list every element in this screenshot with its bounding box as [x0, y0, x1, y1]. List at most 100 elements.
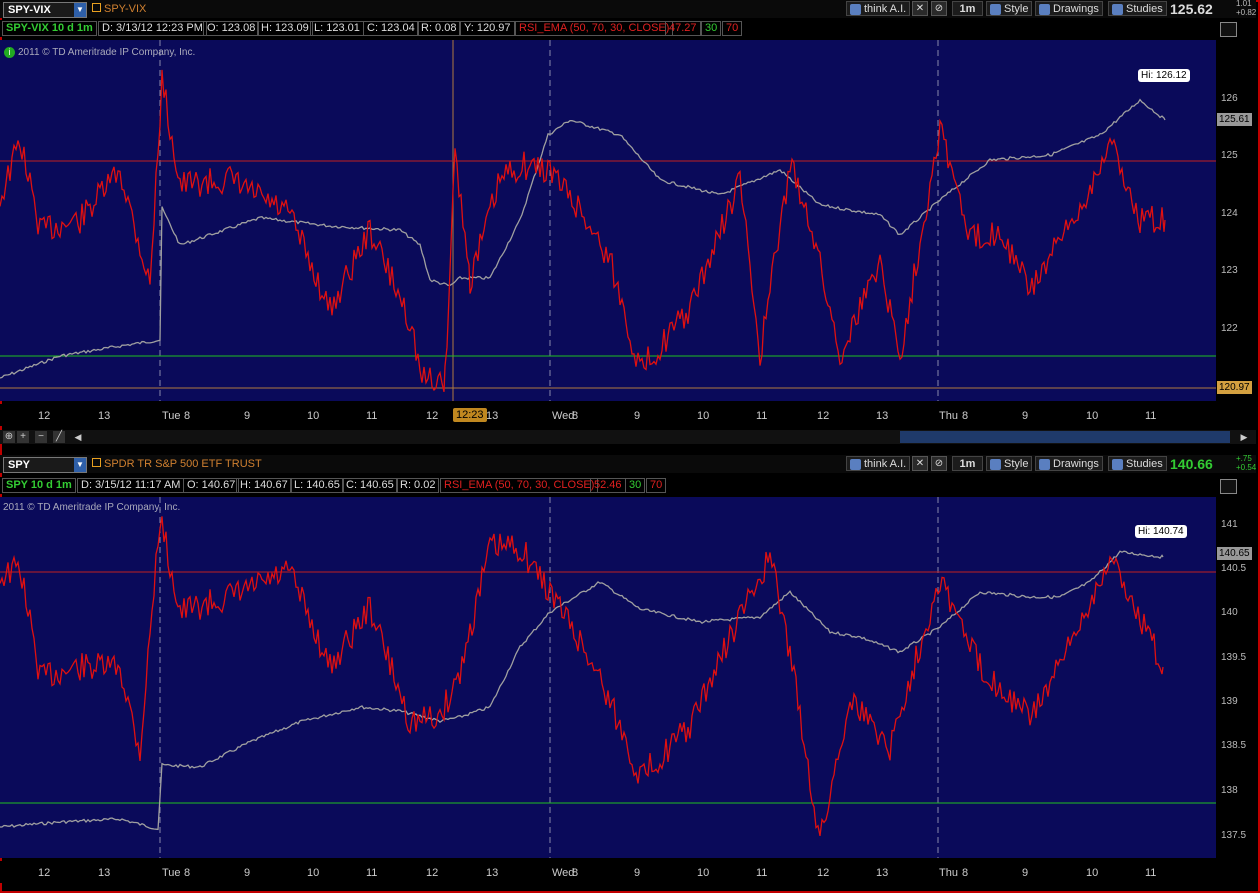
- zoom-in-icon[interactable]: +: [17, 431, 29, 443]
- x-tick: Tue: [162, 410, 181, 422]
- cursor-price-tag: 120.97: [1217, 381, 1252, 394]
- price-chart-svg: [0, 40, 1216, 401]
- copyright-text: i 2011 © TD Ameritrade IP Company, Inc.: [4, 47, 195, 58]
- info-icon[interactable]: i: [4, 47, 15, 58]
- y-tick: 141: [1221, 519, 1238, 530]
- crosshair-icon[interactable]: ⊕: [3, 431, 15, 443]
- pencil-icon: [1039, 3, 1050, 15]
- expand-pane-icon[interactable]: [1220, 479, 1237, 494]
- study-label[interactable]: RSI_EMA (50, 70, 30, CLOSE): [440, 478, 599, 493]
- time-axis[interactable]: 12 13 Tue 8 9 10 11 12 13 Wed 8 9 10 11 12 13 Thu 8 9 10 11: [0, 404, 1216, 426]
- x-tick: 8: [962, 410, 969, 422]
- last-price-tag: 140.65: [1217, 547, 1252, 560]
- zoom-out-icon[interactable]: −: [35, 431, 47, 443]
- x-tick: 11: [756, 410, 768, 422]
- scroll-left-icon[interactable]: ◀: [72, 431, 84, 443]
- quote-infobar: SPY 10 d 1m D: 3/15/12 11:17 AM O: 140.6…: [0, 477, 1216, 494]
- percent-change: +0.82: [1236, 8, 1257, 17]
- x-tick: 9: [634, 867, 641, 879]
- study-value: 47.27: [665, 21, 701, 36]
- drawings-button[interactable]: Drawings: [1035, 1, 1103, 16]
- zoom-tool-icon[interactable]: ⊘: [931, 1, 947, 16]
- y-tick: 140: [1221, 607, 1238, 618]
- x-tick: 12: [817, 867, 830, 879]
- crosshair-tool-icon[interactable]: ✕: [912, 456, 928, 471]
- oversold-level: 30: [701, 21, 722, 36]
- close-label: C: 140.65: [342, 478, 398, 493]
- link-icon[interactable]: [92, 3, 101, 12]
- x-tick: 11: [366, 410, 378, 422]
- time-axis[interactable]: 12 13 Tue 8 9 10 11 12 13 Wed 8 9 10 11 12 13 Thu 8 9 10 11: [0, 861, 1216, 883]
- interval-button[interactable]: 1m: [952, 1, 983, 16]
- symbol-titlebar: SPY-VIX ▼ SPY-VIX think A.I. ✕ ⊘ 1m Style…: [0, 0, 1256, 18]
- price-axis[interactable]: 126 125 124 123 122 125.61 120.97: [1216, 40, 1256, 401]
- studies-icon: [1112, 458, 1123, 470]
- symbol-titlebar: SPY ▼ SPDR TR S&P 500 ETF TRUST think A.I…: [0, 455, 1256, 473]
- y-tick: 124: [1221, 208, 1238, 219]
- y-tick: 125: [1221, 150, 1238, 161]
- scroll-right-icon[interactable]: ▶: [1238, 431, 1250, 443]
- net-change: 1.01: [1236, 0, 1252, 8]
- x-tick: 8: [184, 867, 191, 879]
- chart-pane-spy-vix: SPY-VIX ▼ SPY-VIX think A.I. ✕ ⊘ 1m Style…: [0, 0, 1256, 448]
- x-tick: 13: [876, 867, 889, 879]
- overbought-level: 70: [646, 478, 667, 493]
- draw-line-icon[interactable]: ╱: [53, 431, 65, 443]
- chart-scrollbar[interactable]: ⊕ + − ╱ ◀ ▶: [0, 430, 1256, 444]
- x-tick: 9: [1022, 867, 1029, 879]
- think-ai-button[interactable]: think A.I.: [846, 456, 911, 471]
- x-tick: 8: [572, 867, 579, 879]
- interval-button[interactable]: 1m: [952, 456, 983, 471]
- y-tick: 139.5: [1221, 652, 1247, 663]
- zoom-tool-icon[interactable]: ⊘: [931, 456, 947, 471]
- y-tick: 126: [1221, 93, 1238, 104]
- chevron-down-icon[interactable]: ▼: [74, 458, 86, 472]
- low-label: L: 140.65: [290, 478, 344, 493]
- y-tick: 140.5: [1221, 563, 1247, 574]
- high-marker-label: Hi: 126.12: [1138, 69, 1190, 82]
- cursor-time-tag: 12:23: [453, 408, 487, 422]
- open-label: O: 123.08: [203, 21, 260, 36]
- x-tick: 11: [366, 867, 378, 879]
- studies-button[interactable]: Studies: [1108, 456, 1167, 471]
- symbol-description: SPDR TR S&P 500 ETF TRUST: [104, 458, 262, 470]
- study-label[interactable]: RSI_EMA (50, 70, 30, CLOSE): [515, 21, 674, 36]
- high-label: H: 140.67: [236, 478, 292, 493]
- x-tick: Thu: [939, 867, 958, 879]
- y-tick: 137.5: [1221, 830, 1247, 841]
- scroll-thumb[interactable]: [900, 431, 1230, 443]
- style-button[interactable]: Style: [986, 1, 1033, 16]
- price-chart-area[interactable]: 2011 © TD Ameritrade IP Company, Inc. Hi…: [0, 497, 1216, 858]
- price-axis[interactable]: 141 140.5 140 139.5 139 138.5 138 137.5 …: [1216, 497, 1256, 858]
- close-label: C: 123.04: [363, 21, 419, 36]
- chart-pane-spy: SPY ▼ SPDR TR S&P 500 ETF TRUST think A.I…: [0, 455, 1256, 891]
- x-tick: 10: [307, 410, 320, 422]
- x-tick: 11: [756, 867, 768, 879]
- rsi-series: [0, 516, 1164, 837]
- symbol-value: SPY: [8, 459, 31, 471]
- x-tick: 10: [697, 410, 710, 422]
- open-label: O: 140.67: [183, 478, 240, 493]
- x-tick: 9: [1022, 410, 1029, 422]
- range-label: R: 0.08: [417, 21, 461, 36]
- symbol-input[interactable]: SPY ▼: [3, 457, 87, 473]
- overbought-level: 70: [722, 21, 743, 36]
- y-tick: 138: [1221, 785, 1238, 796]
- study-value: 52.46: [590, 478, 626, 493]
- oversold-level: 30: [625, 478, 646, 493]
- x-tick: 9: [244, 867, 251, 879]
- x-tick: 13: [486, 410, 499, 422]
- last-price: 140.66: [1170, 456, 1213, 472]
- symbol-input[interactable]: SPY-VIX ▼: [3, 2, 87, 18]
- chevron-down-icon[interactable]: ▼: [74, 3, 86, 17]
- x-tick: 13: [486, 867, 499, 879]
- x-tick: 8: [572, 410, 579, 422]
- link-icon[interactable]: [92, 458, 101, 467]
- expand-pane-icon[interactable]: [1220, 22, 1237, 37]
- crosshair-tool-icon[interactable]: ✕: [912, 1, 928, 16]
- think-ai-button[interactable]: think A.I.: [846, 1, 911, 16]
- style-button[interactable]: Style: [986, 456, 1033, 471]
- studies-button[interactable]: Studies: [1108, 1, 1167, 16]
- price-chart-area[interactable]: i 2011 © TD Ameritrade IP Company, Inc. H…: [0, 40, 1216, 401]
- drawings-button[interactable]: Drawings: [1035, 456, 1103, 471]
